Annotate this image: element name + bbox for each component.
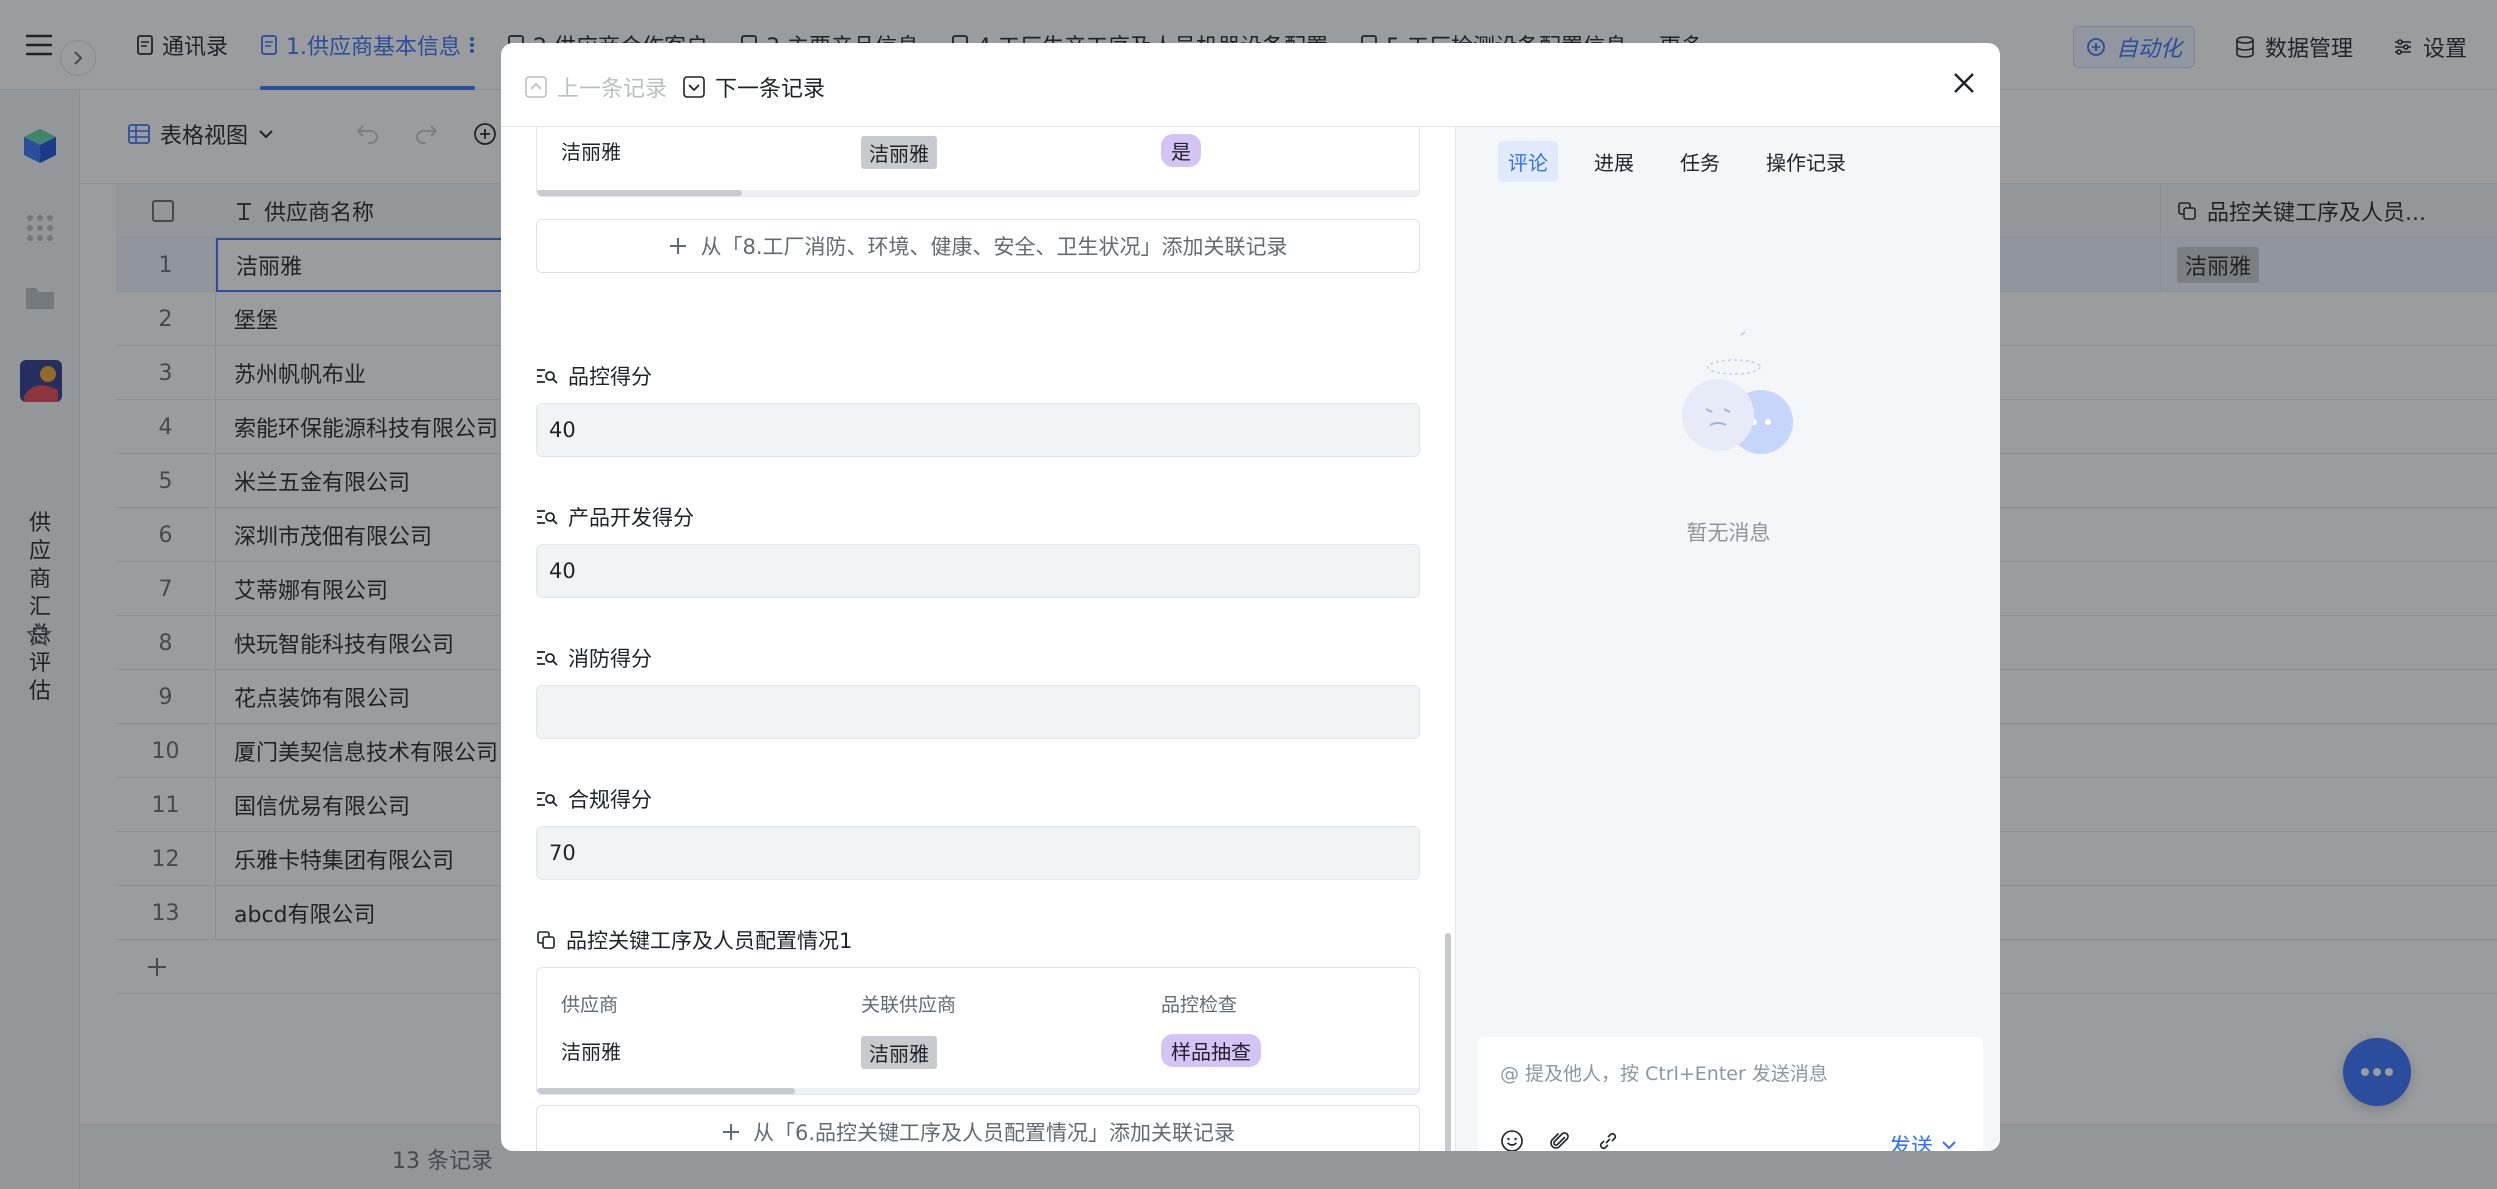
comment-composer[interactable]: @ 提及他人，按 Ctrl+Enter 发送消息 发送 xyxy=(1478,1037,1983,1151)
field-label-fire-score: 消防得分 xyxy=(536,643,652,673)
qc-score-field[interactable]: 40 xyxy=(536,403,1420,457)
field-label-text: 消防得分 xyxy=(568,647,652,671)
field-label-text: 产品开发得分 xyxy=(568,506,694,530)
add-linked-record-fire-safety-button[interactable]: 从「8.工厂消防、环境、健康、安全、卫生状况」添加关联记录 xyxy=(536,219,1420,273)
card-cell: 洁丽雅 xyxy=(561,140,621,164)
tab-progress[interactable]: 进展 xyxy=(1584,141,1644,182)
card-header-cell: 品控检查 xyxy=(1161,994,1238,1016)
card-header-cell: 关联供应商 xyxy=(861,994,957,1016)
option-tag: 是 xyxy=(1161,134,1201,167)
card-header-cell: 供应商 xyxy=(561,994,619,1016)
card-scrollbar[interactable] xyxy=(537,190,1419,196)
formula-icon xyxy=(536,508,558,526)
linked-record-tag: 洁丽雅 xyxy=(861,136,937,169)
chevron-down-square-icon xyxy=(683,76,705,98)
card-scrollbar[interactable] xyxy=(537,1088,1419,1094)
next-record-button[interactable]: 下一条记录 xyxy=(683,71,825,103)
formula-icon xyxy=(536,790,558,808)
tab-tasks[interactable]: 任务 xyxy=(1670,141,1730,182)
option-tag: 样品抽查 xyxy=(1161,1034,1261,1067)
empty-chat-illustration-icon xyxy=(1666,327,1806,477)
record-detail-modal: 上一条记录 下一条记录 洁丽雅 洁丽雅 是 从「8.工厂消防、环境、健康、安全、… xyxy=(501,43,2000,1151)
formula-icon xyxy=(536,649,558,667)
record-fields-panel: 洁丽雅 洁丽雅 是 从「8.工厂消防、环境、健康、安全、卫生状况」添加关联记录 … xyxy=(501,127,1455,1151)
chevron-up-square-icon xyxy=(525,76,547,98)
field-label-linked-qc: 品控关键工序及人员配置情况1 xyxy=(536,925,852,955)
activity-panel: 评论 进展 任务 操作记录 暂无消息 @ 提及他人，按 Ctrl+Enter 发… xyxy=(1455,127,2000,1151)
previous-record-button[interactable]: 上一条记录 xyxy=(525,71,667,103)
linked-record-tag: 洁丽雅 xyxy=(861,1036,937,1069)
comment-toolbar xyxy=(1500,1129,1620,1151)
field-label-qc-score: 品控得分 xyxy=(536,361,652,391)
empty-message: 暂无消息 xyxy=(1686,521,1771,545)
field-label-compliance-score: 合规得分 xyxy=(536,784,652,814)
comment-input[interactable]: @ 提及他人，按 Ctrl+Enter 发送消息 xyxy=(1500,1059,1828,1086)
previous-record-label: 上一条记录 xyxy=(557,77,668,102)
linked-record-card[interactable]: 供应商 关联供应商 品控检查 洁丽雅 洁丽雅 样品抽查 xyxy=(536,967,1420,1095)
emoji-icon[interactable] xyxy=(1500,1129,1524,1151)
field-label-product-dev-score: 产品开发得分 xyxy=(536,502,694,532)
add-linked-record-label: 从「6.品控关键工序及人员配置情况」添加关联记录 xyxy=(752,1121,1236,1145)
attachment-icon[interactable] xyxy=(1548,1129,1572,1151)
tab-operation-log[interactable]: 操作记录 xyxy=(1756,141,1856,182)
field-label-text: 品控得分 xyxy=(568,365,652,389)
link-icon[interactable] xyxy=(1596,1129,1620,1151)
field-label-text: 品控关键工序及人员配置情况1 xyxy=(566,929,853,953)
next-record-label: 下一条记录 xyxy=(715,77,826,102)
product-dev-score-field[interactable]: 40 xyxy=(536,544,1420,598)
plus-icon xyxy=(721,1122,741,1142)
chevron-down-icon xyxy=(1941,1140,1957,1150)
linked-record-card[interactable]: 洁丽雅 洁丽雅 是 xyxy=(536,127,1420,197)
send-button[interactable]: 发送 xyxy=(1889,1129,1957,1151)
field-label-text: 合规得分 xyxy=(568,788,652,812)
plus-icon xyxy=(668,236,688,256)
link-record-icon xyxy=(536,930,556,950)
fire-score-field[interactable] xyxy=(536,685,1420,739)
panel-scrollbar[interactable] xyxy=(1445,933,1451,1151)
card-cell: 洁丽雅 xyxy=(561,1040,621,1064)
compliance-score-field[interactable]: 70 xyxy=(536,826,1420,880)
add-linked-record-qc-button[interactable]: 从「6.品控关键工序及人员配置情况」添加关联记录 xyxy=(536,1105,1420,1151)
modal-header: 上一条记录 下一条记录 xyxy=(501,43,2000,127)
add-linked-record-label: 从「8.工厂消防、环境、健康、安全、卫生状况」添加关联记录 xyxy=(700,235,1288,259)
tab-comments[interactable]: 评论 xyxy=(1498,141,1558,182)
formula-icon xyxy=(536,367,558,385)
close-icon[interactable] xyxy=(1950,69,1978,97)
send-label: 发送 xyxy=(1888,1135,1933,1151)
activity-tabs: 评论 进展 任务 操作记录 xyxy=(1498,141,1856,182)
